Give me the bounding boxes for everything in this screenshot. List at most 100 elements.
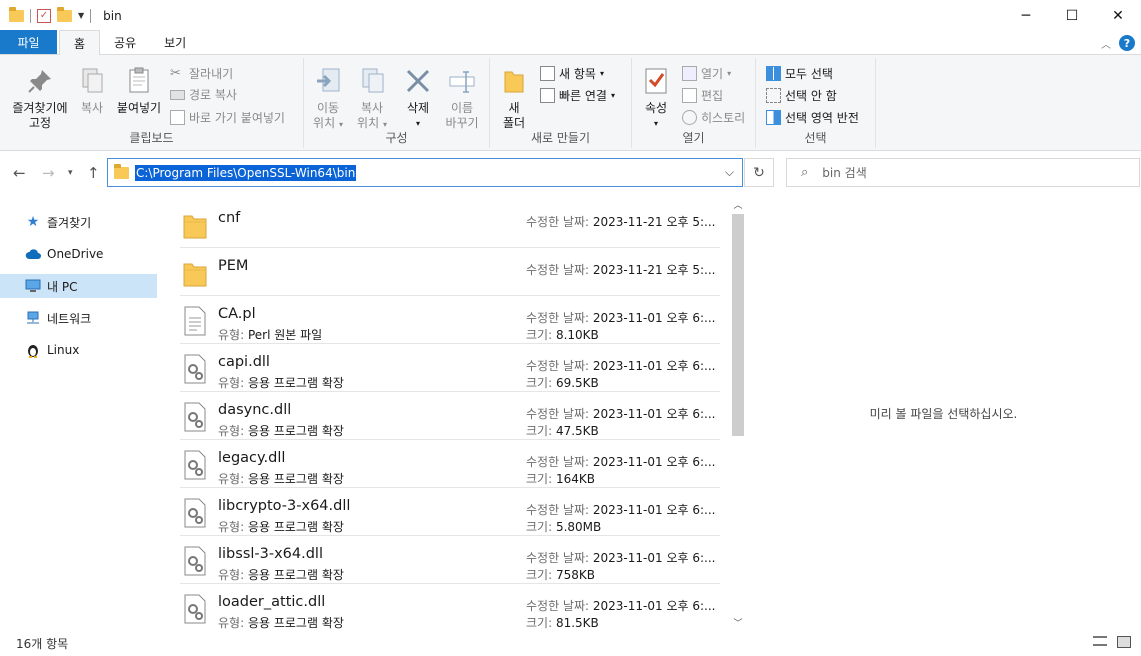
- new-folder-label-1: 새: [508, 101, 520, 115]
- copyto-label-1: 복사: [360, 101, 384, 115]
- move-to-button[interactable]: 이동 위치 ▾: [308, 66, 348, 132]
- copy-button[interactable]: 복사: [74, 66, 110, 116]
- open-button[interactable]: 열기 ▾: [682, 65, 731, 82]
- chevron-up-icon[interactable]: ︿: [1101, 36, 1111, 51]
- file-type: 유형: 응용 프로그램 확장: [218, 568, 344, 582]
- invert-selection-label: 선택 영역 반전: [785, 111, 859, 125]
- edit-button[interactable]: 편집: [682, 87, 723, 104]
- nav-label: 네트워크: [47, 311, 92, 326]
- properties-icon[interactable]: ✓: [37, 8, 51, 23]
- copy-label: 복사: [80, 101, 104, 115]
- paste-icon: [124, 66, 154, 96]
- file-size: 크기: 81.5KB: [526, 616, 599, 630]
- scroll-down-icon[interactable]: ﹀: [730, 614, 746, 630]
- select-none-button[interactable]: 선택 안 함: [766, 87, 837, 104]
- nav-item-quick-access[interactable]: ★ 즐겨찾기: [0, 210, 157, 234]
- file-row[interactable]: capi.dll 수정한 날짜: 2023-11-01 오후 6:... 유형: 응…: [180, 344, 720, 392]
- file-name: libcrypto-3-x64.dll: [218, 498, 351, 514]
- ribbon: 즐겨찾기에 고정 복사 붙여넣기 ✂ 잘라내기 경로 복사 바로 가기 붙여넣기…: [0, 55, 1141, 151]
- minimize-button[interactable]: ─: [1003, 0, 1049, 31]
- file-size: 크기: 8.10KB: [526, 328, 599, 342]
- file-modified: 수정한 날짜: 2023-11-01 오후 6:...: [526, 551, 716, 565]
- refresh-button[interactable]: ↻: [744, 158, 774, 187]
- star-icon: ★: [26, 214, 40, 230]
- select-none-icon: [766, 88, 781, 103]
- nav-item-this-pc[interactable]: 내 PC: [0, 274, 157, 298]
- copy-path-button[interactable]: 경로 복사: [170, 86, 237, 103]
- up-arrow-icon[interactable]: ↑: [87, 164, 100, 182]
- back-arrow-icon[interactable]: ←: [13, 164, 26, 182]
- group-label-select: 선택: [804, 131, 827, 145]
- window-controls: ─ ☐ ✕: [1003, 0, 1141, 31]
- search-icon: ⌕: [801, 165, 809, 180]
- customize-toolbar-icon[interactable]: ▼: [78, 11, 84, 20]
- scrollbar-thumb[interactable]: [732, 214, 744, 436]
- tab-view[interactable]: 보기: [150, 30, 200, 54]
- file-type: 유형: 응용 프로그램 확장: [218, 424, 344, 438]
- paste-button[interactable]: 붙여넣기: [113, 66, 165, 116]
- linux-icon: [25, 342, 41, 358]
- new-item-button[interactable]: 새 항목 ▾: [540, 65, 604, 82]
- nav-item-linux[interactable]: Linux: [0, 338, 157, 362]
- file-row[interactable]: CA.pl 수정한 날짜: 2023-11-01 오후 6:... 유형: Perl…: [180, 296, 720, 344]
- nav-item-onedrive[interactable]: OneDrive: [0, 242, 157, 266]
- address-path[interactable]: C:\Program Files\OpenSSL-Win64\bin: [135, 164, 357, 181]
- forward-arrow-icon[interactable]: →: [42, 164, 55, 182]
- history-button[interactable]: 히스토리: [682, 109, 745, 126]
- dll-file-icon: [183, 402, 207, 432]
- rename-button[interactable]: 이름 바꾸기: [442, 66, 482, 131]
- file-row[interactable]: libcrypto-3-x64.dll 수정한 날짜: 2023-11-01 오후…: [180, 488, 720, 536]
- tab-home[interactable]: 홈: [59, 30, 101, 55]
- cut-button[interactable]: ✂ 잘라내기: [170, 65, 233, 82]
- file-row[interactable]: legacy.dll 수정한 날짜: 2023-11-01 오후 6:... 유형:…: [180, 440, 720, 488]
- large-icons-view-icon[interactable]: [1117, 636, 1131, 648]
- properties-button[interactable]: 속성 ▾: [638, 66, 674, 131]
- file-name: PEM: [218, 258, 249, 274]
- file-modified: 수정한 날짜: 2023-11-21 오후 5:...: [526, 263, 716, 277]
- invert-selection-icon: [766, 110, 781, 125]
- close-button[interactable]: ✕: [1095, 0, 1141, 31]
- recent-locations-icon[interactable]: ▾: [68, 168, 73, 178]
- status-bar: 16개 항목: [0, 630, 1141, 656]
- file-row[interactable]: PEM 수정한 날짜: 2023-11-21 오후 5:...: [180, 248, 720, 296]
- new-folder-icon[interactable]: [57, 6, 72, 22]
- file-row[interactable]: dasync.dll 수정한 날짜: 2023-11-01 오후 6:... 유형:…: [180, 392, 720, 440]
- tab-file[interactable]: 파일: [0, 30, 57, 54]
- copy-to-button[interactable]: 복사 위치 ▾: [352, 66, 392, 132]
- nav-item-network[interactable]: 네트워크: [0, 306, 157, 330]
- help-icon[interactable]: ?: [1119, 35, 1135, 51]
- details-view-icon[interactable]: [1093, 636, 1107, 646]
- select-all-icon: [766, 66, 781, 81]
- properties-check-icon: [641, 66, 671, 96]
- select-all-button[interactable]: 모두 선택: [766, 65, 833, 82]
- delete-button[interactable]: 삭제 ▾: [400, 66, 436, 131]
- paste-shortcut-button[interactable]: 바로 가기 붙여넣기: [170, 109, 285, 126]
- copy-icon: [77, 66, 107, 96]
- nav-label: 즐겨찾기: [47, 215, 92, 230]
- maximize-button[interactable]: ☐: [1049, 0, 1095, 31]
- search-input[interactable]: bin 검색: [822, 164, 866, 181]
- file-row[interactable]: cnf 수정한 날짜: 2023-11-21 오후 5:...: [180, 200, 720, 248]
- vertical-scrollbar[interactable]: ︿ ﹀: [730, 196, 746, 630]
- tab-share[interactable]: 공유: [100, 30, 150, 54]
- file-modified: 수정한 날짜: 2023-11-21 오후 5:...: [526, 215, 716, 229]
- refresh-icon: ↻: [753, 164, 765, 181]
- invert-selection-button[interactable]: 선택 영역 반전: [766, 109, 859, 126]
- window-title: bin: [103, 8, 122, 23]
- easy-access-button[interactable]: 빠른 연결 ▾: [540, 87, 615, 104]
- file-row[interactable]: loader_attic.dll 수정한 날짜: 2023-11-01 오후 6:…: [180, 584, 720, 630]
- divider: [30, 8, 31, 23]
- scroll-up-icon[interactable]: ︿: [730, 196, 746, 212]
- file-row[interactable]: libssl-3-x64.dll 수정한 날짜: 2023-11-01 오후 6:…: [180, 536, 720, 584]
- new-folder-button[interactable]: 새 폴더: [496, 66, 532, 131]
- copy-path-label: 경로 복사: [189, 88, 237, 102]
- chevron-down-icon[interactable]: ⌵: [725, 165, 734, 180]
- search-box[interactable]: ⌕ bin 검색: [786, 158, 1140, 187]
- open-label: 열기: [701, 67, 724, 81]
- rename-label-1: 이름: [450, 101, 474, 115]
- file-name: capi.dll: [218, 354, 270, 370]
- file-size: 크기: 5.80MB: [526, 520, 602, 534]
- file-type: 유형: 응용 프로그램 확장: [218, 616, 344, 630]
- pin-quick-access-button[interactable]: 즐겨찾기에 고정: [4, 66, 76, 131]
- address-bar[interactable]: C:\Program Files\OpenSSL-Win64\bin ⌵: [107, 158, 743, 187]
